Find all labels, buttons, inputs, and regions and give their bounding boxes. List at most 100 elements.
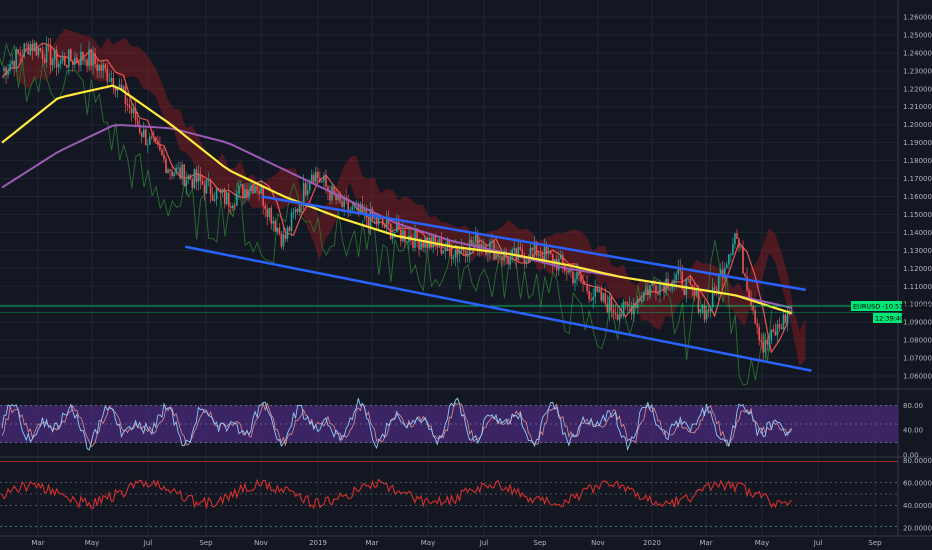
candle-body bbox=[588, 290, 590, 300]
candle-body bbox=[187, 175, 190, 180]
candle-body bbox=[740, 246, 742, 248]
candle-body bbox=[721, 269, 724, 279]
candle-body bbox=[29, 44, 32, 55]
candle-body bbox=[132, 108, 135, 114]
candle-body bbox=[219, 190, 222, 193]
candle-body bbox=[594, 286, 597, 297]
candle-body bbox=[772, 329, 775, 332]
candle-body bbox=[25, 43, 28, 45]
candle-body bbox=[104, 64, 107, 69]
candle-body bbox=[17, 49, 19, 54]
candle-body bbox=[655, 285, 657, 294]
candle-body bbox=[363, 209, 366, 213]
candle-body bbox=[424, 238, 426, 248]
candle-body bbox=[689, 278, 692, 285]
time-tick-label: Nov bbox=[591, 539, 605, 547]
chart-background bbox=[0, 0, 932, 550]
candle-body bbox=[51, 59, 54, 66]
price-badge-text: EURUSD -10.51% 1.09712 bbox=[853, 303, 932, 311]
candle-body bbox=[108, 81, 111, 83]
candle-body bbox=[136, 120, 139, 125]
candle-body bbox=[227, 192, 230, 207]
candle-body bbox=[557, 259, 560, 271]
candle-body bbox=[784, 314, 787, 324]
candle-body bbox=[776, 324, 779, 336]
candle-body bbox=[665, 278, 667, 293]
candle-body bbox=[375, 217, 378, 225]
candle-body bbox=[282, 234, 285, 247]
candle-body bbox=[78, 61, 80, 66]
candle-body bbox=[742, 246, 744, 274]
candle-body bbox=[260, 187, 262, 194]
candle-body bbox=[709, 307, 712, 312]
candle-body bbox=[321, 181, 323, 182]
candle-body bbox=[21, 55, 24, 57]
candle-body bbox=[622, 301, 625, 316]
candle-body bbox=[673, 280, 675, 284]
candle-body bbox=[45, 44, 48, 63]
candle-body bbox=[539, 253, 542, 256]
candle-body bbox=[159, 144, 161, 150]
candle-body bbox=[371, 208, 374, 219]
chart-canvas[interactable]: 1.26000 1.25000 1.24000 1.23000 1.22000 1.210… bbox=[0, 0, 932, 550]
candle-body bbox=[752, 305, 754, 311]
candle-body bbox=[223, 188, 226, 205]
candle-body bbox=[300, 204, 303, 206]
candle-body bbox=[513, 248, 516, 251]
candle-body bbox=[464, 250, 467, 257]
candle-body bbox=[468, 239, 471, 256]
price-tick-label: 1.06000 bbox=[903, 373, 932, 381]
candle-body bbox=[65, 65, 68, 68]
candle-body bbox=[602, 293, 605, 301]
candle-body bbox=[199, 173, 202, 181]
time-tick-label: Mar bbox=[699, 539, 712, 547]
candle-body bbox=[140, 132, 143, 137]
candle-body bbox=[717, 275, 720, 294]
candle-body bbox=[466, 255, 469, 257]
price-tick-label: 1.22000 bbox=[903, 85, 932, 93]
candle-body bbox=[707, 309, 710, 312]
candle-body bbox=[319, 178, 321, 182]
candle-body bbox=[252, 185, 254, 194]
candle-body bbox=[527, 260, 530, 262]
candle-body bbox=[476, 234, 479, 252]
candle-body bbox=[515, 248, 518, 260]
candle-body bbox=[640, 300, 643, 302]
candle-body bbox=[177, 167, 179, 169]
price-tick-label: 1.19000 bbox=[903, 139, 932, 147]
candle-body bbox=[278, 227, 281, 234]
time-tick-label: May bbox=[85, 539, 99, 547]
candle-body bbox=[90, 49, 92, 66]
candle-body bbox=[53, 49, 56, 60]
candle-body bbox=[381, 218, 384, 226]
candle-body bbox=[308, 182, 311, 191]
price-tick-label: 1.07000 bbox=[903, 355, 932, 363]
candle-body bbox=[758, 327, 761, 341]
price-tick-label: 1.17000 bbox=[903, 175, 932, 183]
candle-body bbox=[5, 67, 7, 76]
momentum-tick-label: 20.000000 bbox=[903, 524, 932, 532]
candle-body bbox=[153, 137, 155, 138]
candle-body bbox=[232, 205, 234, 209]
candle-body bbox=[440, 238, 443, 254]
candle-body bbox=[592, 296, 594, 301]
candle-body bbox=[203, 184, 206, 194]
candle-body bbox=[57, 63, 60, 68]
candle-body bbox=[458, 250, 461, 255]
candle-body bbox=[764, 339, 767, 353]
candle-body bbox=[286, 227, 289, 239]
candle-body bbox=[37, 47, 40, 56]
price-tick-label: 1.16000 bbox=[903, 193, 932, 201]
candle-body bbox=[630, 305, 633, 314]
countdown-text: 12:39:40 bbox=[875, 315, 904, 323]
candle-body bbox=[780, 327, 783, 330]
candle-body bbox=[649, 285, 651, 296]
candle-body bbox=[94, 53, 96, 65]
candle-body bbox=[268, 207, 271, 217]
time-tick-label: Jul bbox=[143, 539, 153, 547]
candle-body bbox=[221, 188, 224, 193]
candle-body bbox=[578, 271, 580, 276]
candle-body bbox=[11, 61, 13, 65]
candle-body bbox=[746, 276, 748, 291]
candle-body bbox=[572, 271, 574, 284]
